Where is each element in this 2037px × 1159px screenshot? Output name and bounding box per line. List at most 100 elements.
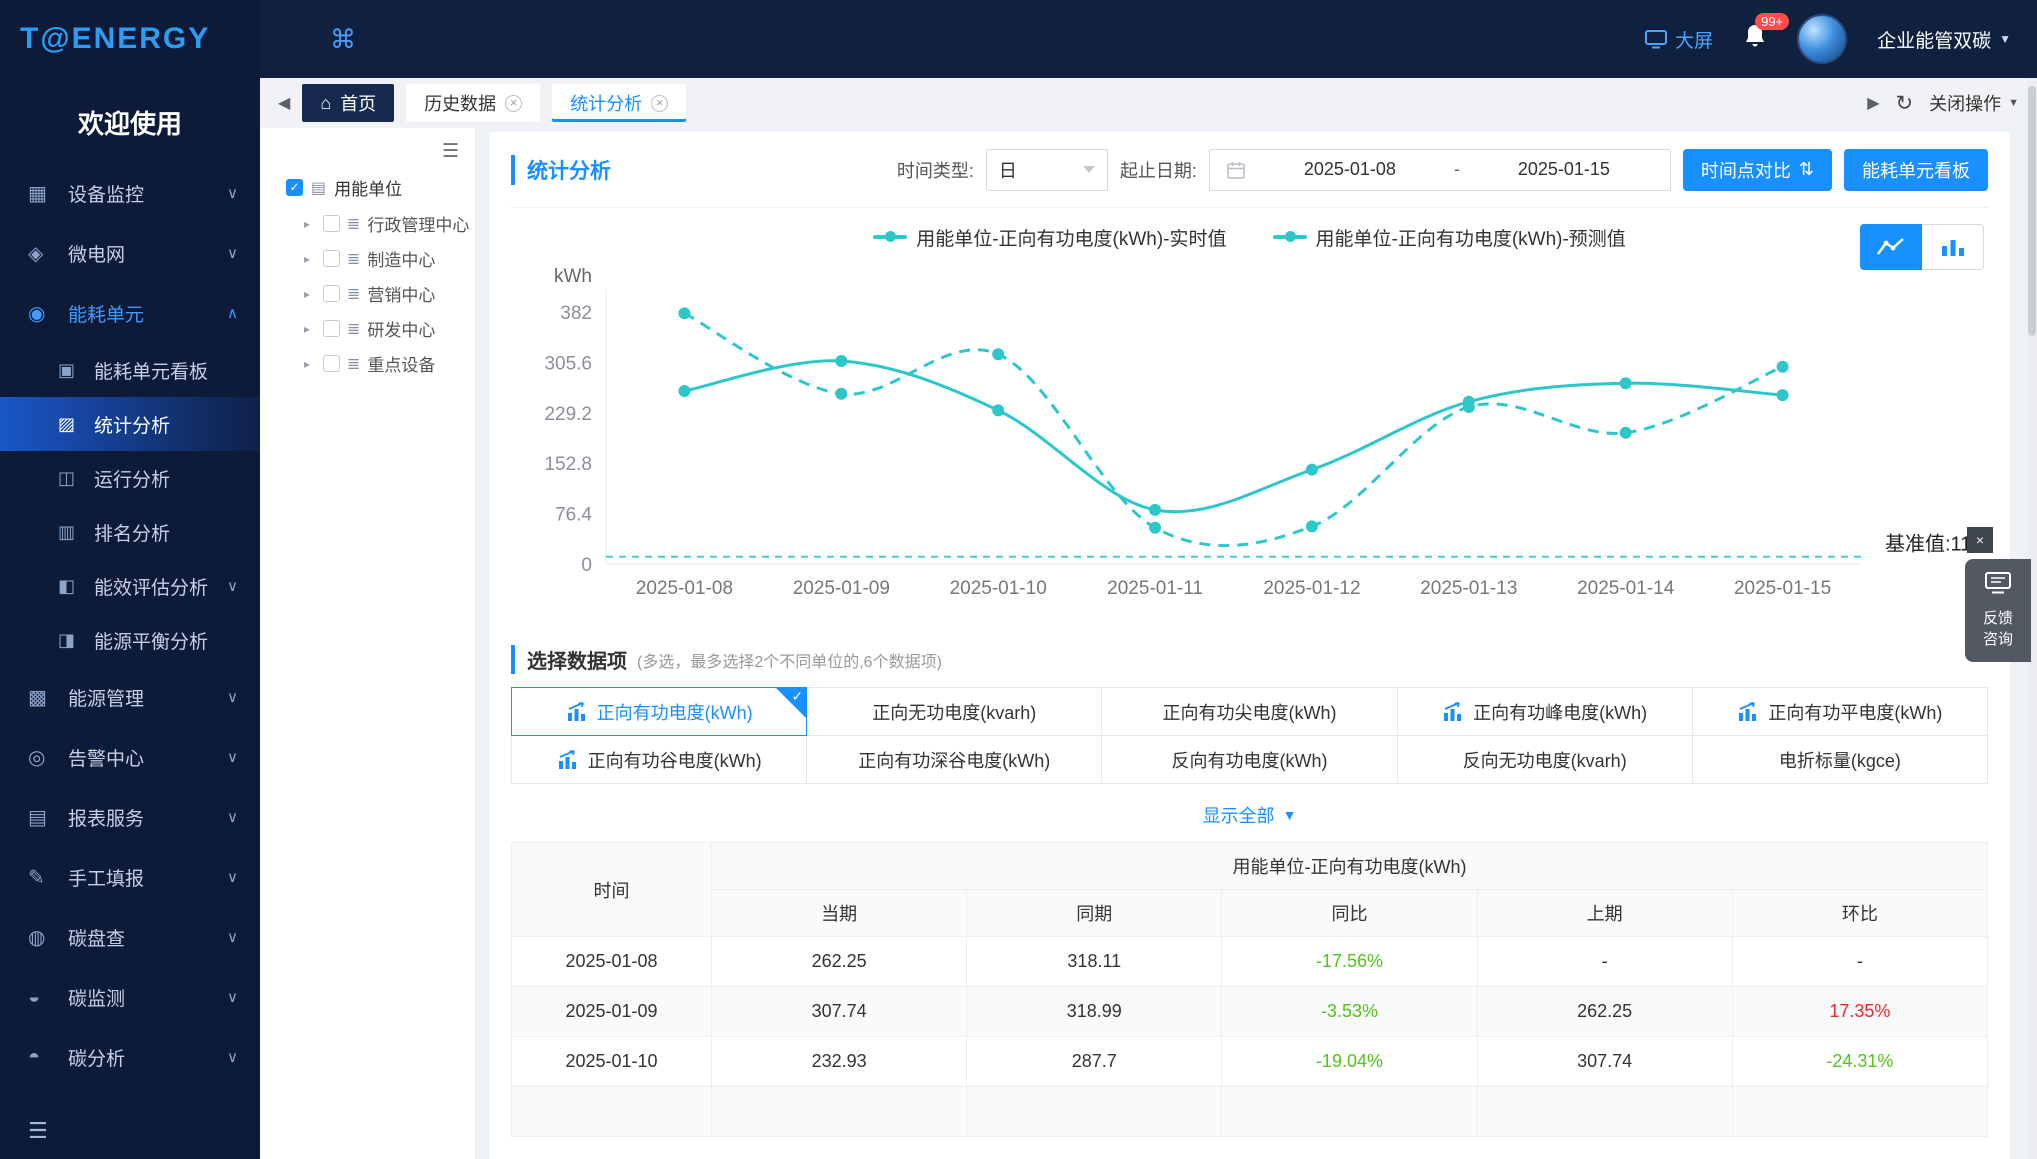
caret-right-icon[interactable]: ▸	[304, 217, 316, 231]
caret-right-icon[interactable]: ▸	[304, 287, 316, 301]
tree-node-admin-center[interactable]: ▸ ≣ 行政管理中心	[260, 206, 475, 241]
sidebar-item-manual-fill[interactable]: ✎ 手工填报 ∨	[0, 847, 260, 907]
tab-statistics[interactable]: 统计分析 ×	[552, 84, 687, 122]
submenu-item-energy-balance[interactable]: ◨ 能源平衡分析	[0, 613, 260, 667]
checkbox-unchecked[interactable]	[323, 250, 340, 267]
efficiency-icon: ◧	[58, 575, 76, 596]
tab-home[interactable]: ⌂ 首页	[302, 84, 395, 122]
sidebar-item-carbon-audit[interactable]: ◍ 碳盘查 ∨	[0, 907, 260, 967]
layers-icon: ≣	[347, 355, 361, 373]
caret-right-icon[interactable]: ▸	[304, 322, 316, 336]
data-item-forward-flat[interactable]: 正向有功平电度(kWh)	[1691, 687, 1988, 736]
caret-right-icon[interactable]: ▸	[304, 357, 316, 371]
start-date-value[interactable]: 2025-01-08	[1260, 159, 1440, 180]
cell-prev-period: 307.74	[1476, 1036, 1733, 1087]
legend-item-realtime[interactable]: 用能单位-正向有功电度(kWh)-实时值	[873, 224, 1227, 251]
tree-node-marketing-center[interactable]: ▸ ≣ 营销中心	[260, 276, 475, 311]
checkbox-unchecked[interactable]	[323, 320, 340, 337]
operation-icon: ◫	[58, 467, 76, 488]
data-item-forward-valley[interactable]: 正向有功谷电度(kWh)	[511, 735, 808, 784]
close-icon[interactable]: ×	[651, 94, 669, 112]
data-item-reverse-reactive[interactable]: 反向无功电度(kvarh)	[1396, 735, 1693, 784]
data-item-forward-active[interactable]: 正向有功电度(kWh) ✓	[511, 687, 808, 736]
sidebar-item-energy-unit[interactable]: ◉ 能耗单元 ∧	[0, 283, 260, 343]
screen-icon	[1645, 29, 1668, 48]
feedback-button[interactable]: 反馈咨询	[1965, 559, 2031, 662]
chart-section: 用能单位-正向有功电度(kWh)-实时值 用能单位-正向有功电度(kWh)-预测…	[511, 208, 1988, 607]
svg-text:382: 382	[560, 303, 592, 324]
sidebar-item-carbon-monitor[interactable]: ◒ 碳监测 ∨	[0, 967, 260, 1027]
tab-history-data[interactable]: 历史数据 ×	[406, 84, 541, 122]
show-all-button[interactable]: 显示全部 ▼	[511, 802, 1988, 828]
cell-mom: -	[1731, 936, 1989, 987]
sidebar-item-energy-mgmt[interactable]: ▩ 能源管理 ∨	[0, 667, 260, 727]
sidebar-item-report-service[interactable]: ▤ 报表服务 ∨	[0, 787, 260, 847]
tree-collapse-icon[interactable]: ☰	[442, 140, 459, 163]
sidebar-item-alarm-center[interactable]: ◎ 告警中心 ∨	[0, 727, 260, 787]
submenu-item-operation[interactable]: ◫ 运行分析	[0, 451, 260, 505]
bar-chart-toggle[interactable]	[1922, 224, 1984, 270]
submenu-item-label: 能源平衡分析	[94, 631, 209, 653]
svg-text:229.2: 229.2	[544, 404, 592, 425]
tree-node-rd-center[interactable]: ▸ ≣ 研发中心	[260, 311, 475, 346]
bar-chart-icon	[558, 749, 576, 769]
cell-yoy: -3.53%	[1221, 986, 1478, 1037]
submenu-item-statistics[interactable]: ▨ 统计分析	[0, 397, 260, 451]
end-date-value[interactable]: 2025-01-15	[1474, 159, 1654, 180]
feedback-close-button[interactable]: ×	[1967, 527, 1993, 553]
checkbox-unchecked[interactable]	[323, 285, 340, 302]
data-item-forward-reactive[interactable]: 正向无功电度(kvarh)	[806, 687, 1103, 736]
data-item-coal-equivalent[interactable]: 电折标量(kgce)	[1691, 735, 1988, 784]
selector-title: 选择数据项	[511, 645, 627, 674]
nav-forward-icon[interactable]: ▶	[1867, 93, 1879, 113]
report-icon: ▤	[28, 806, 47, 829]
main-panel: 统计分析 时间类型: 日 起止日期: 2025-01-08 - 2025-01-…	[489, 132, 2010, 1159]
time-point-compare-button[interactable]: 时间点对比 ⇅	[1682, 148, 1832, 191]
table-header-group: 用能单位-正向有功电度(kWh)	[711, 842, 1988, 890]
notification-bell-button[interactable]: 99+	[1743, 13, 1790, 55]
nav-back-icon[interactable]: ◀	[278, 93, 290, 113]
close-icon[interactable]: ×	[505, 94, 523, 112]
submenu-item-efficiency-eval[interactable]: ◧ 能效评估分析 ∨	[0, 559, 260, 613]
data-item-label: 反向无功电度(kvarh)	[1462, 750, 1627, 771]
sidebar-collapse-button[interactable]: ☰	[0, 1103, 260, 1159]
refresh-icon[interactable]: ↻	[1896, 91, 1914, 116]
sidebar-item-device-monitor[interactable]: ▦ 设备监控 ∨	[0, 163, 260, 223]
submenu-item-energy-board[interactable]: ▣ 能耗单元看板	[0, 343, 260, 397]
cell-time: 2025-01-10	[511, 1036, 712, 1087]
caret-right-icon[interactable]: ▸	[304, 252, 316, 266]
checkbox-checked[interactable]: ✓	[286, 179, 303, 196]
header-right: 大屏 99+ 企业能管双碳 ▼	[1645, 13, 2011, 64]
app-root: T@ENERGY 欢迎使用 ▦ 设备监控 ∨ ◈ 微电网 ∨ ◉ 能耗单元 ∧ …	[0, 0, 2037, 1159]
data-item-forward-peak[interactable]: 正向有功峰电度(kWh)	[1396, 687, 1693, 736]
apps-icon[interactable]: ⌘	[330, 24, 356, 55]
sidebar-item-microgrid[interactable]: ◈ 微电网 ∨	[0, 223, 260, 283]
line-chart-toggle[interactable]	[1860, 224, 1922, 270]
carbon-monitor-icon: ◒	[28, 985, 41, 1008]
tree-node-manufacturing-center[interactable]: ▸ ≣ 制造中心	[260, 241, 475, 276]
chevron-down-icon: ∨	[227, 578, 238, 595]
time-type-select[interactable]: 日	[985, 148, 1108, 191]
checkbox-unchecked[interactable]	[323, 215, 340, 232]
submenu-item-ranking[interactable]: ▥ 排名分析	[0, 505, 260, 559]
checkbox-unchecked[interactable]	[323, 355, 340, 372]
data-item-forward-deep-valley[interactable]: 正向有功深谷电度(kWh)	[806, 735, 1103, 784]
line-chart: kWh 0 76.4 152.8 229.2 305.6 382 2025-01-08 2025…	[544, 266, 1971, 599]
scrollbar-thumb[interactable]	[2028, 86, 2036, 336]
big-screen-button[interactable]: 大屏	[1645, 26, 1713, 53]
account-menu[interactable]: 企业能管双碳 ▼	[1877, 26, 2011, 53]
tree-node-label: 行政管理中心	[367, 216, 470, 235]
tree-root-energy-unit[interactable]: ✓ ▤ 用能单位	[260, 167, 475, 206]
tree-node-key-equipment[interactable]: ▸ ≣ 重点设备	[260, 346, 475, 381]
avatar[interactable]	[1797, 14, 1848, 64]
legend-item-forecast[interactable]: 用能单位-正向有功电度(kWh)-预测值	[1272, 224, 1626, 251]
data-item-forward-sharp[interactable]: 正向有功尖电度(kWh)	[1101, 687, 1398, 736]
svg-text:2025-01-13: 2025-01-13	[1420, 578, 1517, 599]
energy-unit-icon: ◉	[28, 302, 46, 325]
data-item-reverse-active[interactable]: 反向有功电度(kWh)	[1101, 735, 1398, 784]
date-range-picker[interactable]: 2025-01-08 - 2025-01-15	[1208, 148, 1671, 191]
sidebar-item-carbon-analysis[interactable]: ◓ 碳分析 ∨	[0, 1027, 260, 1087]
energy-unit-board-button[interactable]: 能耗单元看板	[1844, 148, 1988, 191]
data-item-label: 反向有功电度(kWh)	[1171, 750, 1328, 771]
close-operations-menu[interactable]: 关闭操作 ▼	[1929, 90, 2019, 116]
